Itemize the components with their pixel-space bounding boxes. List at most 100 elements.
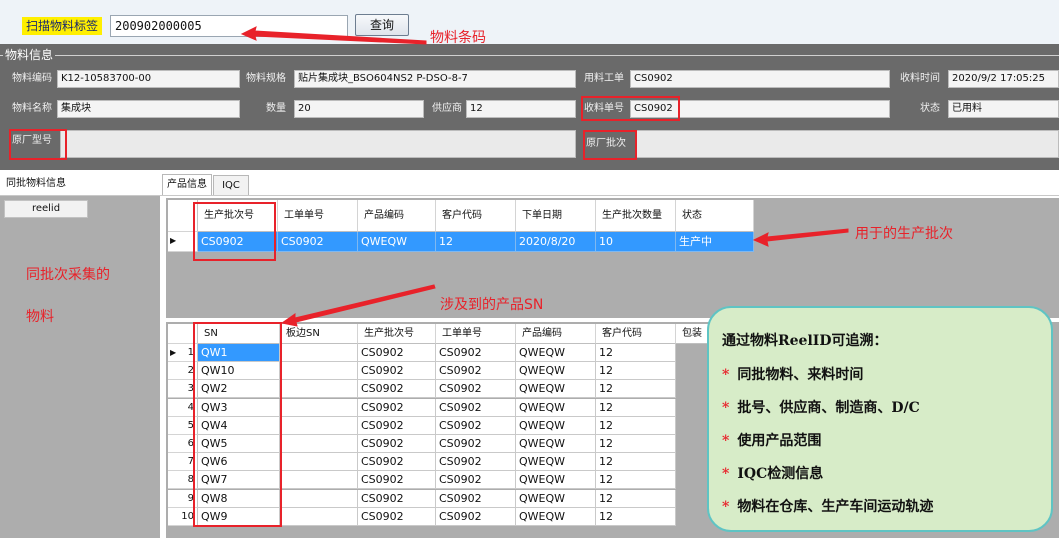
sn-grid-cell[interactable] (280, 416, 358, 435)
batch-row-header[interactable]: ▶ (168, 232, 198, 252)
batch-column-header[interactable]: 生产批次号 (198, 200, 278, 232)
sn-cell[interactable]: QW10 (198, 362, 280, 381)
batch-column-header[interactable]: 状态 (676, 200, 754, 232)
sn-grid-cell[interactable] (280, 344, 358, 362)
batch-column-header[interactable]: 产品编码 (358, 200, 436, 232)
batch-column-header[interactable]: 工单单号 (278, 200, 358, 232)
material-code-field[interactable]: K12-10583700-00 (57, 70, 240, 88)
batch-cell[interactable]: QWEQW (358, 232, 436, 252)
sn-cell[interactable]: QW4 (198, 416, 280, 435)
sn-grid-cell[interactable]: CS0902 (436, 380, 516, 399)
scan-input[interactable]: 200902000005 (110, 15, 348, 37)
sn-grid-cell[interactable]: CS0902 (436, 398, 516, 417)
sn-grid-cell[interactable] (280, 453, 358, 472)
sn-column-header[interactable]: 产品编码 (516, 324, 596, 344)
sn-grid-cell[interactable]: CS0902 (436, 453, 516, 472)
sn-cell[interactable]: QW6 (198, 453, 280, 472)
sn-row-header[interactable]: 6 (168, 435, 198, 453)
sn-grid-cell[interactable]: QWEQW (516, 435, 596, 453)
sn-grid-cell[interactable]: QWEQW (516, 398, 596, 417)
sn-column-header[interactable]: 生产批次号 (358, 324, 436, 344)
query-button[interactable]: 查询 (355, 14, 409, 36)
sn-grid-cell[interactable]: CS0902 (436, 416, 516, 435)
sn-grid-cell[interactable]: QWEQW (516, 453, 596, 472)
sn-grid-cell[interactable]: CS0902 (436, 435, 516, 453)
sn-grid-cell[interactable]: 12 (596, 398, 676, 417)
sn-grid-cell[interactable]: CS0902 (436, 471, 516, 490)
receive-no-field[interactable]: CS0902 (630, 100, 890, 118)
sn-grid-cell[interactable] (280, 435, 358, 453)
sn-grid-cell[interactable]: CS0902 (436, 507, 516, 526)
sn-row-header[interactable]: 9 (168, 489, 198, 508)
sn-cell[interactable]: QW3 (198, 398, 280, 417)
sn-grid-cell[interactable] (280, 380, 358, 399)
quantity-field[interactable]: 20 (294, 100, 424, 118)
sn-grid-cell[interactable]: QWEQW (516, 344, 596, 362)
sn-cell[interactable]: QW7 (198, 471, 280, 490)
factory-batch-field[interactable] (636, 130, 1059, 158)
sn-grid-cell[interactable]: QWEQW (516, 507, 596, 526)
tab-product-info[interactable]: 产品信息 (162, 174, 212, 195)
sn-grid-cell[interactable]: CS0902 (358, 362, 436, 381)
sn-grid-cell[interactable]: QWEQW (516, 380, 596, 399)
batch-cell[interactable]: CS0902 (198, 232, 278, 252)
sn-grid-cell[interactable]: 12 (596, 362, 676, 381)
sn-grid-cell[interactable]: 12 (596, 507, 676, 526)
sn-cell[interactable]: QW1 (198, 344, 280, 362)
sn-grid-cell[interactable]: CS0902 (436, 362, 516, 381)
material-spec-field[interactable]: 贴片集成块_BSO604NS2 P-DSO-8-7 (294, 70, 576, 88)
sn-cell[interactable]: QW2 (198, 380, 280, 399)
sn-grid-cell[interactable] (280, 362, 358, 381)
sn-grid-cell[interactable]: 12 (596, 416, 676, 435)
sn-column-header[interactable]: 板边SN (280, 324, 358, 344)
sn-grid-cell[interactable]: QWEQW (516, 489, 596, 508)
sn-row-header[interactable]: 7 (168, 453, 198, 472)
sn-grid-cell[interactable]: 12 (596, 380, 676, 399)
sn-row-header[interactable]: 10 (168, 507, 198, 526)
sn-grid-cell[interactable]: CS0902 (358, 380, 436, 399)
receive-time-field[interactable]: 2020/9/2 17:05:25 (948, 70, 1059, 88)
sn-grid-cell[interactable] (280, 507, 358, 526)
sn-grid-cell[interactable]: CS0902 (436, 344, 516, 362)
batch-column-header[interactable]: 客户代码 (436, 200, 516, 232)
sn-grid-cell[interactable]: CS0902 (358, 344, 436, 362)
sn-grid-cell[interactable] (280, 398, 358, 417)
sn-grid-cell[interactable]: CS0902 (358, 471, 436, 490)
sn-grid-cell[interactable]: 12 (596, 453, 676, 472)
sn-grid-cell[interactable]: QWEQW (516, 416, 596, 435)
batch-cell[interactable]: 12 (436, 232, 516, 252)
sn-row-header[interactable]: ▶ 1 (168, 344, 198, 362)
sn-row-header[interactable]: 4 (168, 398, 198, 417)
material-name-field[interactable]: 集成块 (57, 100, 240, 118)
sn-grid-cell[interactable]: CS0902 (358, 453, 436, 472)
sn-row-header[interactable]: 8 (168, 471, 198, 490)
sn-grid-cell[interactable]: CS0902 (358, 435, 436, 453)
status-field[interactable]: 已用料 (948, 100, 1059, 118)
same-batch-material-tab[interactable]: 同批物料信息 (0, 172, 160, 196)
sn-grid-cell[interactable] (280, 489, 358, 508)
sn-grid-cell[interactable]: CS0902 (358, 398, 436, 417)
sn-grid-cell[interactable]: QWEQW (516, 471, 596, 490)
sn-cell[interactable]: QW9 (198, 507, 280, 526)
batch-cell[interactable]: CS0902 (278, 232, 358, 252)
sn-grid-cell[interactable]: CS0902 (436, 489, 516, 508)
sn-grid-cell[interactable]: CS0902 (358, 489, 436, 508)
factory-model-field[interactable] (60, 130, 576, 158)
batch-cell[interactable]: 生产中 (676, 232, 754, 252)
batch-column-header[interactable]: 生产批次数量 (596, 200, 676, 232)
sn-grid-cell[interactable] (280, 471, 358, 490)
supplier-field[interactable]: 12 (466, 100, 576, 118)
sn-column-header[interactable]: 工单单号 (436, 324, 516, 344)
reelid-column-header[interactable]: reelid (4, 200, 88, 218)
batch-column-header[interactable]: 下单日期 (516, 200, 596, 232)
sn-column-header[interactable]: SN (198, 324, 280, 344)
sn-row-header[interactable]: 5 (168, 416, 198, 435)
sn-grid-cell[interactable]: 12 (596, 489, 676, 508)
work-order-field[interactable]: CS0902 (630, 70, 890, 88)
sn-grid-cell[interactable]: 12 (596, 435, 676, 453)
batch-cell[interactable]: 10 (596, 232, 676, 252)
tab-iqc[interactable]: IQC (213, 175, 249, 195)
batch-cell[interactable]: 2020/8/20 (516, 232, 596, 252)
sn-cell[interactable]: QW8 (198, 489, 280, 508)
sn-grid-cell[interactable]: 12 (596, 471, 676, 490)
